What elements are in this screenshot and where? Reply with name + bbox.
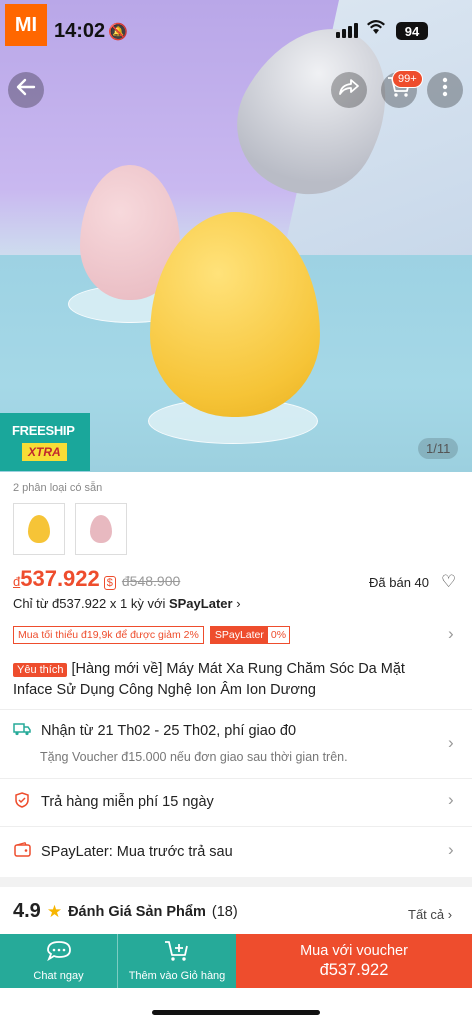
- share-button[interactable]: [331, 72, 367, 108]
- more-options-button[interactable]: [427, 72, 463, 108]
- returns-row[interactable]: Trả hàng miễn phí 15 ngày: [13, 792, 214, 812]
- clock: 14:02: [54, 20, 106, 42]
- spaylater-tag-label: SPayLater: [210, 627, 268, 643]
- original-price: đ548.900: [121, 573, 181, 589]
- star-icon: ★: [46, 901, 63, 921]
- rating-label: Đánh Giá Sản Phẩm: [68, 903, 206, 920]
- paylater-prefix: Chỉ từ đ537.922 x 1 kỳ với: [13, 596, 169, 611]
- chevron-right-icon: ›: [447, 907, 453, 922]
- truck-icon: [13, 722, 31, 740]
- cart-count-badge: 99+: [392, 70, 423, 88]
- chat-bubble-icon: [46, 940, 72, 967]
- add-to-cart-button[interactable]: Thêm vào Giỏ hàng: [118, 934, 236, 988]
- product-title-text: [Hàng mới về] Máy Mát Xa Rung Chăm Sóc D…: [13, 661, 405, 698]
- price-row: đ 537.922 $ đ548.900: [13, 566, 180, 592]
- wallet-icon: [13, 842, 31, 861]
- buy-with-voucher-label: Mua với voucher: [300, 942, 408, 959]
- freeship-xtra-badge: FREESHIP XTRA: [0, 413, 90, 471]
- buy-with-voucher-button[interactable]: Mua với voucher đ537.922: [236, 934, 472, 988]
- section-gap: [0, 877, 472, 887]
- add-to-cart-label: Thêm vào Giỏ hàng: [128, 970, 226, 982]
- divider: [0, 826, 472, 827]
- see-all-reviews-link[interactable]: Tất cả ›: [408, 907, 452, 922]
- rating-summary: 4.9 ★ Đánh Giá Sản Phẩm (18): [13, 900, 238, 923]
- min-order-discount-tag: Mua tối thiểu đ19,9k để được giảm 2%: [13, 626, 204, 644]
- freeship-text: FREESHIP: [12, 423, 75, 438]
- variant-count-label: 2 phân loại có sẵn: [13, 482, 103, 494]
- chat-now-button[interactable]: Chat ngay: [0, 934, 118, 988]
- paylater-info[interactable]: Chỉ từ đ537.922 x 1 kỳ với SPayLater ›: [13, 596, 241, 611]
- chevron-right-icon[interactable]: ›: [448, 624, 454, 644]
- pink-variant-image: [90, 515, 112, 543]
- promo-tags[interactable]: Mua tối thiểu đ19,9k để được giảm 2% SPa…: [13, 626, 291, 644]
- shipping-voucher-note: Tặng Voucher đ15.000 nếu đơn giao sau th…: [40, 750, 348, 764]
- product-title: Yêu thích [Hàng mới về] Máy Mát Xa Rung C…: [13, 659, 443, 700]
- signal-icon: [336, 22, 358, 38]
- spaylater-row[interactable]: SPayLater: Mua trước trả sau: [13, 842, 233, 861]
- status-bar: MI 14:02 🔕 94: [0, 0, 472, 62]
- image-counter: 1/11: [418, 438, 459, 459]
- see-all-label: Tất cả: [408, 907, 445, 922]
- spaylater-tag-rate: 0%: [270, 629, 287, 641]
- chevron-right-icon[interactable]: ›: [448, 790, 454, 810]
- rating-count: (18): [211, 903, 238, 920]
- bottom-action-bar: Chat ngay Thêm vào Giỏ hàng Mua với vouc…: [0, 934, 472, 988]
- shipping-row[interactable]: Nhận từ 21 Th02 - 25 Th02, phí giao đ0: [13, 722, 296, 740]
- arrow-left-icon: [15, 76, 37, 104]
- battery-indicator: 94: [396, 22, 428, 40]
- shield-check-icon: [13, 792, 31, 812]
- sold-count: Đã bán 40: [369, 575, 429, 590]
- buy-price: đ537.922: [319, 960, 389, 979]
- home-indicator[interactable]: [152, 1010, 320, 1015]
- spaylater-text: SPayLater: Mua trước trả sau: [41, 843, 233, 860]
- bell-muted-icon: 🔕: [108, 24, 128, 41]
- chevron-right-icon[interactable]: ›: [448, 840, 454, 860]
- wifi-icon: [366, 18, 386, 41]
- variant-thumb-pink[interactable]: [75, 503, 127, 555]
- favorite-tag: Yêu thích: [13, 663, 68, 677]
- xtra-text: XTRA: [22, 443, 67, 461]
- chevron-right-icon: ›: [236, 596, 241, 611]
- yellow-variant-image: [28, 515, 50, 543]
- spaylater-tag: SPayLater 0%: [209, 626, 291, 644]
- current-price: 537.922: [20, 566, 100, 591]
- divider: [0, 778, 472, 779]
- returns-text: Trả hàng miễn phí 15 ngày: [41, 794, 214, 810]
- variant-thumb-yellow[interactable]: [13, 503, 65, 555]
- cart-plus-icon: [164, 940, 190, 967]
- back-button[interactable]: [8, 72, 44, 108]
- chat-now-label: Chat ngay: [33, 970, 84, 982]
- more-vertical-icon: [442, 77, 448, 103]
- chevron-right-icon[interactable]: ›: [448, 733, 454, 753]
- price-currency: đ: [13, 574, 21, 589]
- shipping-text: Nhận từ 21 Th02 - 25 Th02, phí giao đ0: [41, 723, 297, 739]
- rating-score: 4.9: [13, 900, 41, 922]
- divider: [0, 709, 472, 710]
- mi-logo: MI: [5, 4, 47, 46]
- share-arrow-icon: [338, 77, 360, 103]
- coin-icon: $: [103, 576, 116, 590]
- heart-icon[interactable]: ♡: [441, 572, 456, 592]
- paylater-brand: SPayLater: [168, 596, 233, 611]
